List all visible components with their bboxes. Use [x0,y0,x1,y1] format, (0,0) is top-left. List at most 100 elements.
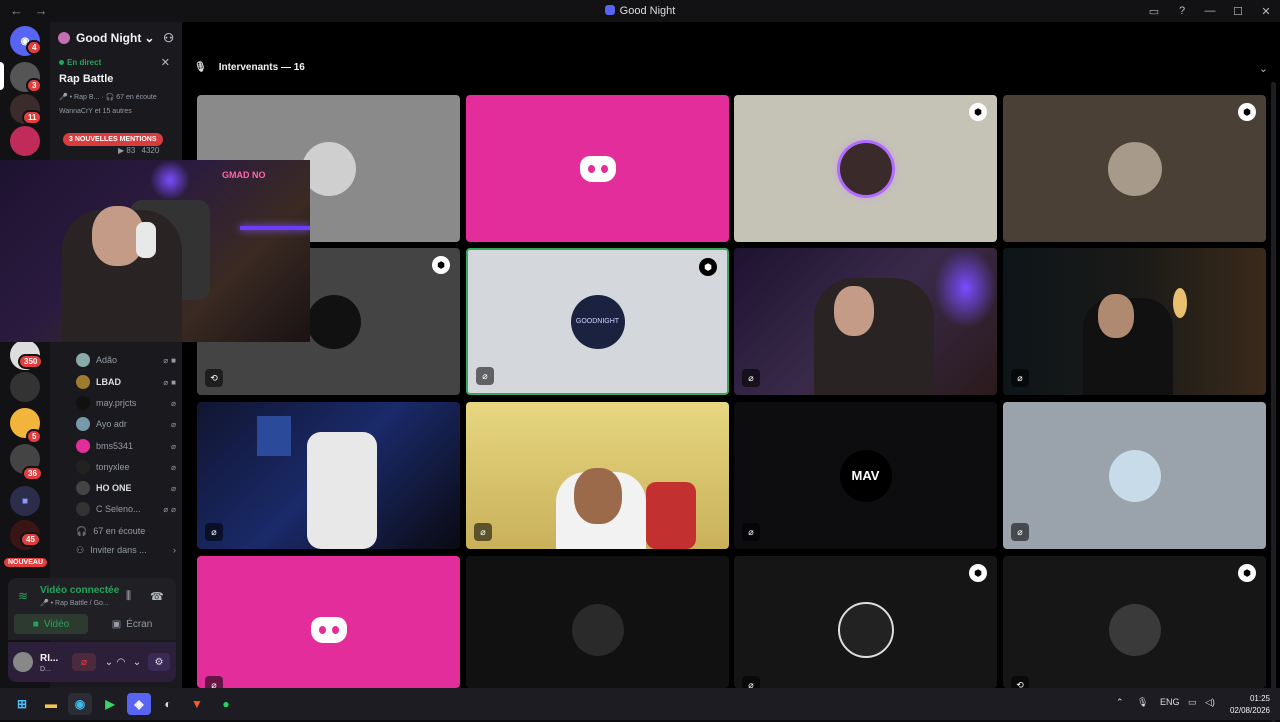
play-store-icon[interactable]: ▶ [98,693,122,715]
volume-icon[interactable]: ◁) [1205,697,1215,708]
camera-icon: ■ [171,355,176,365]
participant-tile[interactable] [466,95,729,242]
moderator-shield-icon: ⬢ [1238,103,1256,121]
lamp [1173,288,1187,318]
voice-member-name: Adão [96,355,118,365]
goodnight-avatar: GOODNIGHT [570,294,625,349]
guild-icon-5[interactable] [10,372,40,402]
live-viewer-count: 83 [126,146,136,155]
server-header[interactable]: Good Night ⌄ ⚇ [50,22,182,54]
voice-member-name: Ayo adr [96,419,127,429]
help-icon[interactable]: ? [1168,0,1196,22]
voice-member[interactable]: tonyxlee ⌀ [76,458,176,476]
speakers-count: Intervenants — 16 [218,62,305,73]
mute-mic-button[interactable]: ⌀ [72,653,96,671]
dm-badge: 4 [26,40,43,55]
settings-gear-icon[interactable]: ⚙ [148,653,170,671]
participant-tile[interactable]: ⬢ [1003,95,1266,242]
invite-row[interactable]: ⚇ Inviter dans ... › [76,541,176,559]
participant-video[interactable]: ⌀ [466,402,729,549]
language-indicator[interactable]: ENG [1160,697,1180,707]
listening-row[interactable]: 🎧 67 en écoute [76,522,176,540]
voice-member-name: LBAD [96,377,121,387]
discord-logo-icon [579,155,616,182]
camera-icon: ■ [171,377,176,387]
participant-video[interactable]: ⌀ [197,402,460,549]
invite-icon: ⚇ [76,544,85,555]
new-mentions-button[interactable]: 3 NOUVELLES MENTIONS [63,133,163,146]
mic-muted-icon: ⌀ [171,441,176,451]
headphones-icon: 🎧 [76,525,88,536]
participant-video[interactable]: ⌀ [734,248,997,395]
participant-tile[interactable]: MAV ⌀ [734,402,997,549]
close-button[interactable]: ✕ [1252,0,1280,22]
screen-share-button[interactable]: ▣ Écran [94,614,170,634]
disconnect-icon[interactable]: ☎ [150,590,164,603]
folder-icon[interactable]: ■ [10,486,40,516]
participant-tile[interactable] [466,556,729,688]
clock[interactable]: 01:25 02/08/2026 [1230,693,1270,717]
voice-member[interactable]: may.prjcts ⌀ [76,394,176,412]
microphone-tray-icon[interactable]: 🎙 [1137,697,1148,708]
participant-tile[interactable]: ⬢ ⌀ [734,556,997,688]
mic-muted-icon: ⌀ [171,483,176,493]
minimize-button[interactable]: — [1196,0,1224,22]
pip-stream[interactable]: GMAD NO [0,160,310,342]
add-user-icon[interactable]: ⚇ [163,31,174,45]
clock-time: 01:25 [1249,694,1270,703]
mic-muted-icon: ⌀ [742,523,760,541]
noise-suppression-icon[interactable]: ⫼ [126,590,131,603]
windows-start-icon[interactable]: ⊞ [10,693,34,715]
guild-2-badge: 11 [22,110,43,125]
participant-avatar [571,604,624,656]
participant-tile[interactable]: ⬢ ⟲ [1003,556,1266,688]
spotify-icon[interactable]: ● [214,693,238,715]
network-icon[interactable]: ▭ [1188,697,1197,708]
mic-muted-icon: ⌀ [171,419,176,429]
screen-icon: ▣ [111,618,122,630]
collapse-chevron-icon[interactable]: ⌄ [1259,62,1268,75]
participant-avatar [1108,449,1161,502]
participant-tile[interactable]: ⌀ [1003,402,1266,549]
taskbar: ⊞ ▬ ◉ ▶ ◈ ◐ ▼ ● ⌃ 🎙 ENG ▭ ◁) 01:25 02/08… [0,688,1280,720]
voice-member[interactable]: Adão ⌀ ■ [76,351,176,369]
mic-muted-icon: ⌀ [163,377,169,387]
brave-icon[interactable]: ▼ [185,693,209,715]
maximize-button[interactable]: ☐ [1224,0,1252,22]
voice-member[interactable]: LBAD ⌀ ■ [76,373,176,391]
chevron-right-icon: › [173,545,176,555]
mav-avatar: MAV [839,449,892,502]
participant-tile[interactable]: ⬢ [734,95,997,242]
voice-member[interactable]: Ayo adr ⌀ [76,415,176,433]
live-channel-name[interactable]: Rap Battle [59,73,173,85]
moderator-shield-icon: ⬢ [699,258,717,276]
window-title-text: Good Night [619,5,676,17]
mic-muted-icon: ⌀ [476,367,494,385]
inbox-icon[interactable]: ▭ [1140,0,1168,22]
participant-video[interactable]: ⌀ [1003,248,1266,395]
avatar[interactable] [13,652,33,672]
streamer [814,278,934,395]
voice-member[interactable]: C Seleno... ⌀ ⌀ [76,500,176,518]
close-live-icon[interactable]: ✕ [161,56,170,69]
chevron-up-icon[interactable]: ⌃ [1116,697,1124,708]
voice-member[interactable]: HO ONE ⌀ [76,479,176,497]
chevron-down-icon[interactable]: ⌄ [128,653,146,671]
voice-member[interactable]: bms5341 ⌀ [76,437,176,455]
mic-muted-icon: ⌀ [742,369,760,387]
title-bar: ← → Good Night ▭ ? — ☐ ✕ [0,0,1280,22]
deafened-icon: ⌀ [171,504,176,514]
edge-icon[interactable]: ◉ [68,693,92,715]
mic-muted-icon: ⌀ [163,355,169,365]
participant-tile[interactable]: GOODNIGHT ⬢ ⌀ [466,248,729,395]
participant-tile[interactable]: ⌀ [197,556,460,688]
screen-label: Écran [126,618,153,630]
voice-status[interactable]: Vidéo connectée [40,585,119,596]
video-button[interactable]: ■ Vidéo [14,614,88,634]
guild-icon-3[interactable] [10,126,40,156]
scrollbar[interactable] [1271,82,1276,722]
user-name[interactable]: RI... [40,653,58,664]
file-explorer-icon[interactable]: ▬ [39,693,63,715]
app-icon[interactable]: ◐ [156,693,180,715]
discord-taskbar-icon[interactable]: ◈ [127,693,151,715]
